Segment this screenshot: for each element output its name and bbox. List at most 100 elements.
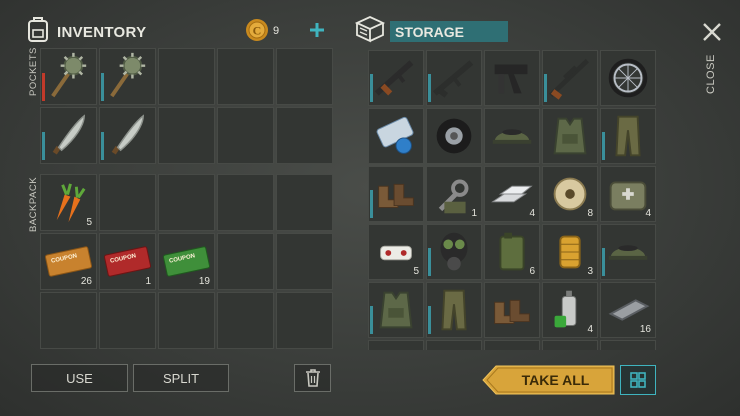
coin-icon: C [245,18,269,42]
storage-crate-icon [354,15,386,43]
item-count: 5 [413,266,419,277]
backpack-slot[interactable]: COUPON 1 [99,233,156,290]
storage-slot[interactable] [368,50,424,106]
storage-slot[interactable]: 1 [426,166,482,222]
trash-icon [305,369,320,387]
storage-slot[interactable] [484,282,540,338]
storage-slot[interactable] [368,340,424,350]
item-count: 3 [587,266,593,277]
storage-slot[interactable]: 4 [542,282,598,338]
storage-scroll-area[interactable]: 1 4 8 4 5 6 3 4 16 [366,48,662,350]
storage-slot[interactable] [542,340,598,350]
backpack-slot[interactable] [217,233,274,290]
pocket-slot[interactable] [158,48,215,105]
storage-title: STORAGE [390,21,508,42]
storage-slot[interactable] [600,340,656,350]
item-count: 8 [587,208,593,219]
backpack-slot[interactable] [276,233,333,290]
pocket-slot[interactable] [217,107,274,164]
currency-amount: 9 [273,25,280,37]
split-button[interactable]: SPLIT [133,364,229,392]
storage-slot[interactable]: 8 [542,166,598,222]
storage-slot[interactable] [426,108,482,164]
storage-slot[interactable] [368,108,424,164]
item-count: 6 [529,266,535,277]
storage-slot[interactable] [484,108,540,164]
backpack-slot[interactable] [217,292,274,349]
item-count: 26 [80,276,92,287]
storage-slot[interactable] [426,282,482,338]
pocket-slot[interactable] [99,107,156,164]
storage-slot[interactable] [368,166,424,222]
backpack-slot[interactable] [99,292,156,349]
backpack-slot[interactable] [276,292,333,349]
close-label[interactable]: CLOSE [705,54,717,94]
add-currency-button[interactable] [306,19,328,41]
storage-title-text: STORAGE [395,23,464,40]
storage-slot[interactable]: 16 [600,282,656,338]
durability-bar [42,73,45,101]
durability-bar [370,74,373,102]
storage-slot[interactable]: 6 [484,224,540,280]
pocket-slot[interactable] [99,48,156,105]
backpack-slot[interactable] [40,292,97,349]
take-all-button[interactable]: TAKE ALL [482,365,615,395]
item-count: 1 [471,208,477,219]
storage-slot[interactable]: 3 [542,224,598,280]
durability-bar [544,74,547,102]
durability-bar [602,132,605,160]
backpack-label: BACKPACK [28,176,39,232]
pocket-slot[interactable] [217,48,274,105]
item-count: 1 [145,276,151,287]
durability-bar [428,306,431,334]
pocket-slot[interactable] [40,48,97,105]
storage-slot[interactable] [426,340,482,350]
storage-slot[interactable] [600,224,656,280]
take-all-label: TAKE ALL [521,372,590,388]
durability-bar [42,132,45,160]
durability-bar [101,132,104,160]
durability-bar [370,190,373,218]
item-count: 4 [529,208,535,219]
inventory-title: INVENTORY [57,24,147,41]
storage-slot[interactable] [426,224,482,280]
item-count: 16 [639,324,651,335]
close-button[interactable] [700,20,724,44]
storage-slot[interactable]: 4 [484,166,540,222]
storage-slot[interactable] [600,50,656,106]
backpack-grid: 5 COUPON 26 COUPON 1 COUPON 19 [40,174,333,349]
backpack-slot[interactable] [99,174,156,231]
durability-bar [428,248,431,276]
storage-grid: 1 4 8 4 5 6 3 4 16 [368,50,656,350]
pockets-label: POCKETS [28,47,39,96]
trash-button[interactable] [294,364,331,392]
storage-slot[interactable] [484,50,540,106]
pocket-slot[interactable] [276,107,333,164]
storage-slot[interactable] [426,50,482,106]
storage-slot[interactable]: 4 [600,166,656,222]
backpack-slot[interactable]: COUPON 26 [40,233,97,290]
storage-slot[interactable] [368,282,424,338]
backpack-slot[interactable] [276,174,333,231]
item-count: 19 [198,276,210,287]
storage-slot[interactable] [542,50,598,106]
storage-slot[interactable] [484,340,540,350]
backpack-slot[interactable] [158,174,215,231]
durability-bar [370,306,373,334]
use-button[interactable]: USE [31,364,128,392]
backpack-slot[interactable] [217,174,274,231]
storage-slot[interactable] [542,108,598,164]
storage-slot[interactable] [600,108,656,164]
backpack-slot[interactable]: 5 [40,174,97,231]
pocket-slot[interactable] [40,107,97,164]
grid-view-button[interactable] [620,365,656,395]
backpack-slot[interactable] [158,292,215,349]
item-count: 4 [587,324,593,335]
backpack-icon [26,15,50,43]
backpack-slot[interactable]: COUPON 19 [158,233,215,290]
pocket-slot[interactable] [158,107,215,164]
storage-slot[interactable]: 5 [368,224,424,280]
close-icon [703,23,721,41]
svg-text:C: C [253,24,262,38]
pocket-slot[interactable] [276,48,333,105]
